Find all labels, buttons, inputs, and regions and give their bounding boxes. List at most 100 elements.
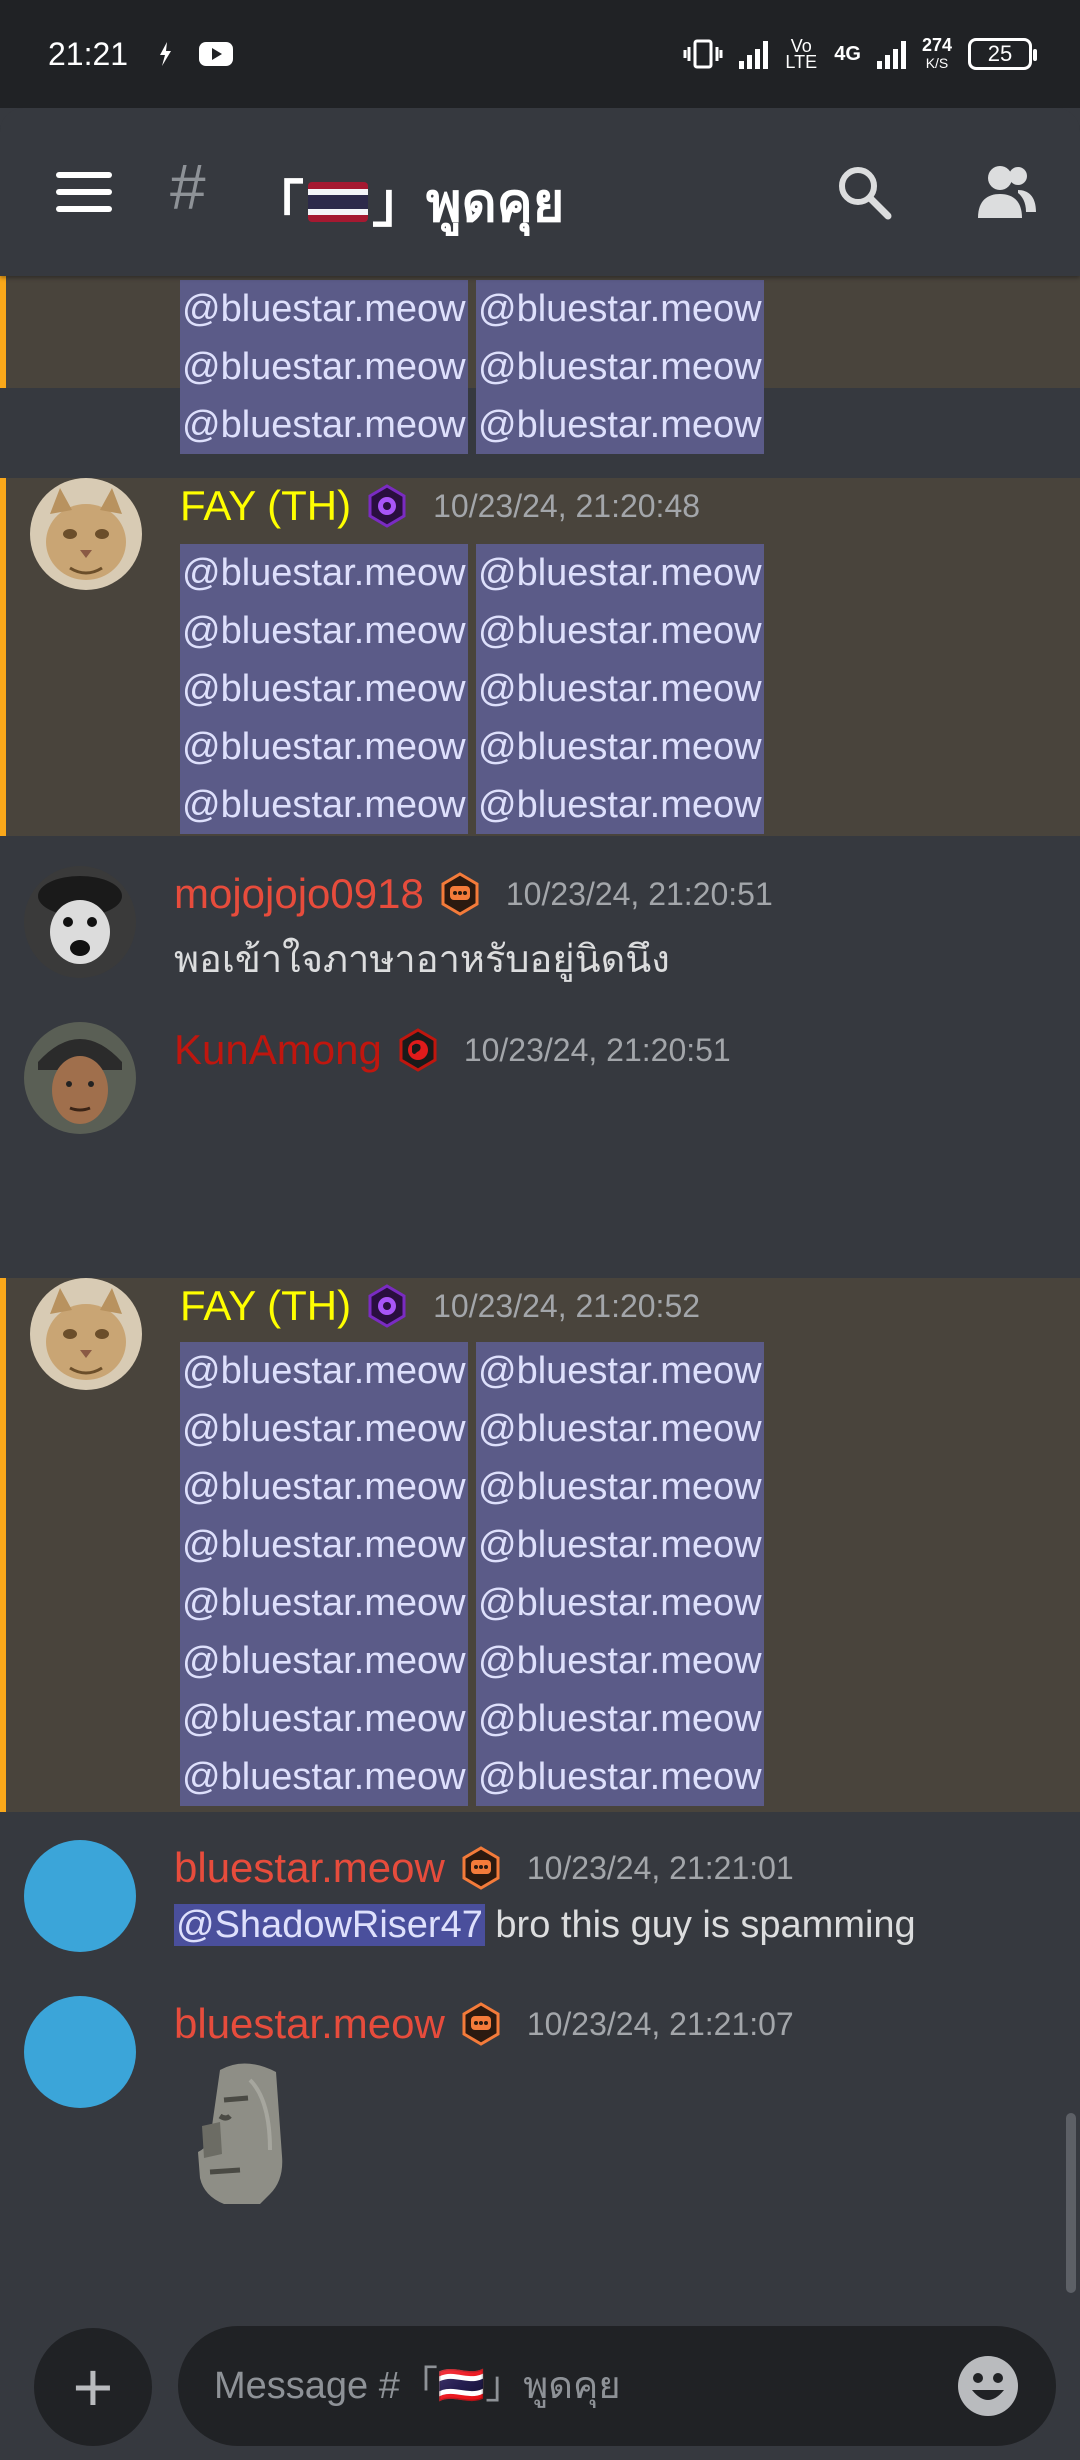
message-timestamp: 10/23/24, 21:20:51	[463, 1031, 731, 1068]
message: bluestar.meow 10/23/24, 21:21:07	[0, 1996, 1080, 2226]
user-mention[interactable]: @bluestar.meow	[180, 544, 468, 602]
channel-title-prefix: 「	[250, 177, 304, 237]
user-mention[interactable]: @bluestar.meow	[180, 1690, 468, 1748]
message-feed-scrollbar[interactable]	[1066, 2113, 1076, 2293]
cat-avatar-icon	[30, 1278, 142, 1390]
message-timestamp: 10/23/24, 21:20:48	[433, 487, 701, 524]
monkey-avatar-icon	[24, 866, 136, 978]
author-name[interactable]: bluestar.meow	[174, 1844, 445, 1892]
gear-role-badge-icon	[368, 484, 406, 528]
user-mention[interactable]: @bluestar.meow	[180, 1342, 468, 1400]
hamburger-menu-icon[interactable]	[56, 172, 112, 212]
channel-hash-icon: #	[170, 151, 206, 223]
author-name[interactable]: bluestar.meow	[174, 2000, 445, 2048]
youtube-icon	[199, 42, 234, 66]
message-composer: +	[0, 2298, 1080, 2460]
message-timestamp: 10/23/24, 21:20:51	[505, 875, 773, 912]
avatar[interactable]	[24, 1022, 136, 1134]
signal-icon-2	[876, 39, 906, 69]
message-continuation: @bluestar.meow @bluestar.meow @bluestar.…	[0, 276, 1080, 454]
avatar[interactable]	[30, 478, 142, 590]
message: mojojojo0918 10/23/24, 21:20:51 พอเข้าใจ…	[0, 866, 1080, 996]
user-mention[interactable]: @bluestar.meow	[180, 1632, 468, 1690]
user-mention[interactable]: @bluestar.meow	[180, 602, 468, 660]
chat-role-badge-icon	[441, 872, 479, 916]
network-speed-unit: K/S	[925, 55, 949, 71]
user-mention[interactable]: @bluestar.meow	[476, 660, 764, 718]
user-mention[interactable]: @bluestar.meow	[180, 660, 468, 718]
search-icon[interactable]	[836, 164, 892, 220]
author-name[interactable]: FAY (TH)	[180, 1282, 351, 1330]
user-mention[interactable]: @bluestar.meow	[180, 338, 468, 396]
activity-icon	[160, 42, 172, 66]
user-mention[interactable]: @bluestar.meow	[476, 1458, 764, 1516]
message-text: bro this guy is spamming	[484, 1904, 916, 1946]
thai-flag-icon	[308, 181, 368, 222]
avatar[interactable]	[24, 866, 136, 978]
user-mention[interactable]: @bluestar.meow	[476, 602, 764, 660]
user-mention[interactable]: @bluestar.meow	[180, 396, 468, 454]
author-name[interactable]: KunAmong	[174, 1026, 382, 1074]
gear-role-badge-icon	[368, 1284, 406, 1328]
globe-role-badge-icon	[399, 1028, 437, 1072]
author-name[interactable]: FAY (TH)	[180, 482, 351, 530]
user-mention[interactable]: @bluestar.meow	[476, 1516, 764, 1574]
user-mention[interactable]: @bluestar.meow	[476, 396, 764, 454]
message: FAY (TH) 10/23/24, 21:20:48 @bluestar.me…	[0, 478, 1080, 836]
message-text: พอเข้าใจภาษาอาหรับอยู่นิดนึง	[174, 939, 670, 981]
emoji-icon[interactable]	[956, 2354, 1020, 2418]
user-mention[interactable]: @bluestar.meow	[476, 1400, 764, 1458]
person-avatar-icon	[24, 1022, 136, 1134]
user-mention[interactable]: @bluestar.meow	[180, 1574, 468, 1632]
user-mention[interactable]: @bluestar.meow	[476, 1632, 764, 1690]
network-type: 4G	[834, 42, 861, 65]
user-mention[interactable]: @bluestar.meow	[180, 280, 468, 338]
message: FAY (TH) 10/23/24, 21:20:52 @bluestar.me…	[0, 1278, 1080, 1812]
user-mention[interactable]: @bluestar.meow	[476, 1690, 764, 1748]
user-mention[interactable]: @bluestar.meow	[476, 776, 764, 834]
user-mention[interactable]: @bluestar.meow	[180, 1516, 468, 1574]
user-mention[interactable]: @bluestar.meow	[180, 1458, 468, 1516]
avatar[interactable]	[24, 1840, 136, 1952]
user-mention[interactable]: @ShadowRiser47	[174, 1904, 485, 1946]
user-mention[interactable]: @bluestar.meow	[180, 1400, 468, 1458]
channel-header: # 「 」พูดคุย	[0, 108, 1080, 276]
status-bar: 21:21 Vo LTE 4G 274 K/S 25	[0, 0, 1080, 108]
user-mention[interactable]: @bluestar.meow	[180, 1748, 468, 1806]
channel-title-suffix: 」พูดคุย	[372, 173, 565, 233]
message-feed[interactable]: @bluestar.meow @bluestar.meow @bluestar.…	[0, 276, 1080, 2376]
signal-icon	[739, 39, 769, 69]
user-mention[interactable]: @bluestar.meow	[476, 1574, 764, 1632]
message: bluestar.meow 10/23/24, 21:21:01 @Shadow…	[0, 1840, 1080, 1970]
members-icon[interactable]	[974, 162, 1038, 222]
user-mention[interactable]: @bluestar.meow	[476, 1342, 764, 1400]
message-input-container[interactable]	[178, 2326, 1056, 2446]
channel-title[interactable]: 「 」พูดคุย	[250, 158, 564, 245]
plus-icon[interactable]: +	[34, 2328, 152, 2446]
cat-avatar-icon	[30, 478, 142, 590]
avatar[interactable]	[24, 1996, 136, 2108]
user-mention[interactable]: @bluestar.meow	[476, 718, 764, 776]
vibrate-icon	[683, 39, 723, 69]
message-timestamp: 10/23/24, 21:20:52	[433, 1287, 701, 1324]
user-mention[interactable]: @bluestar.meow	[180, 776, 468, 834]
user-mention[interactable]: @bluestar.meow	[476, 338, 764, 396]
user-mention[interactable]: @bluestar.meow	[476, 280, 764, 338]
battery-icon: 25	[968, 38, 1037, 70]
battery-level: 25	[987, 41, 1013, 66]
status-time: 21:21	[48, 35, 129, 72]
network-speed-value: 274	[921, 35, 952, 55]
message-timestamp: 10/23/24, 21:21:07	[526, 2005, 794, 2042]
message-timestamp: 10/23/24, 21:21:01	[526, 1849, 794, 1886]
user-mention[interactable]: @bluestar.meow	[180, 718, 468, 776]
chat-role-badge-icon	[462, 1846, 500, 1890]
avatar[interactable]	[30, 1278, 142, 1390]
moai-emoji-icon[interactable]	[190, 2060, 300, 2208]
message-input[interactable]	[214, 2364, 914, 2408]
message: KunAmong 10/23/24, 21:20:51	[0, 1022, 1080, 1152]
chat-role-badge-icon	[462, 2002, 500, 2046]
user-mention[interactable]: @bluestar.meow	[476, 544, 764, 602]
author-name[interactable]: mojojojo0918	[174, 870, 424, 918]
user-mention[interactable]: @bluestar.meow	[476, 1748, 764, 1806]
app-window: # 「 」พูดคุย @bluestar.meow @bluestar.meo…	[0, 108, 1080, 2460]
